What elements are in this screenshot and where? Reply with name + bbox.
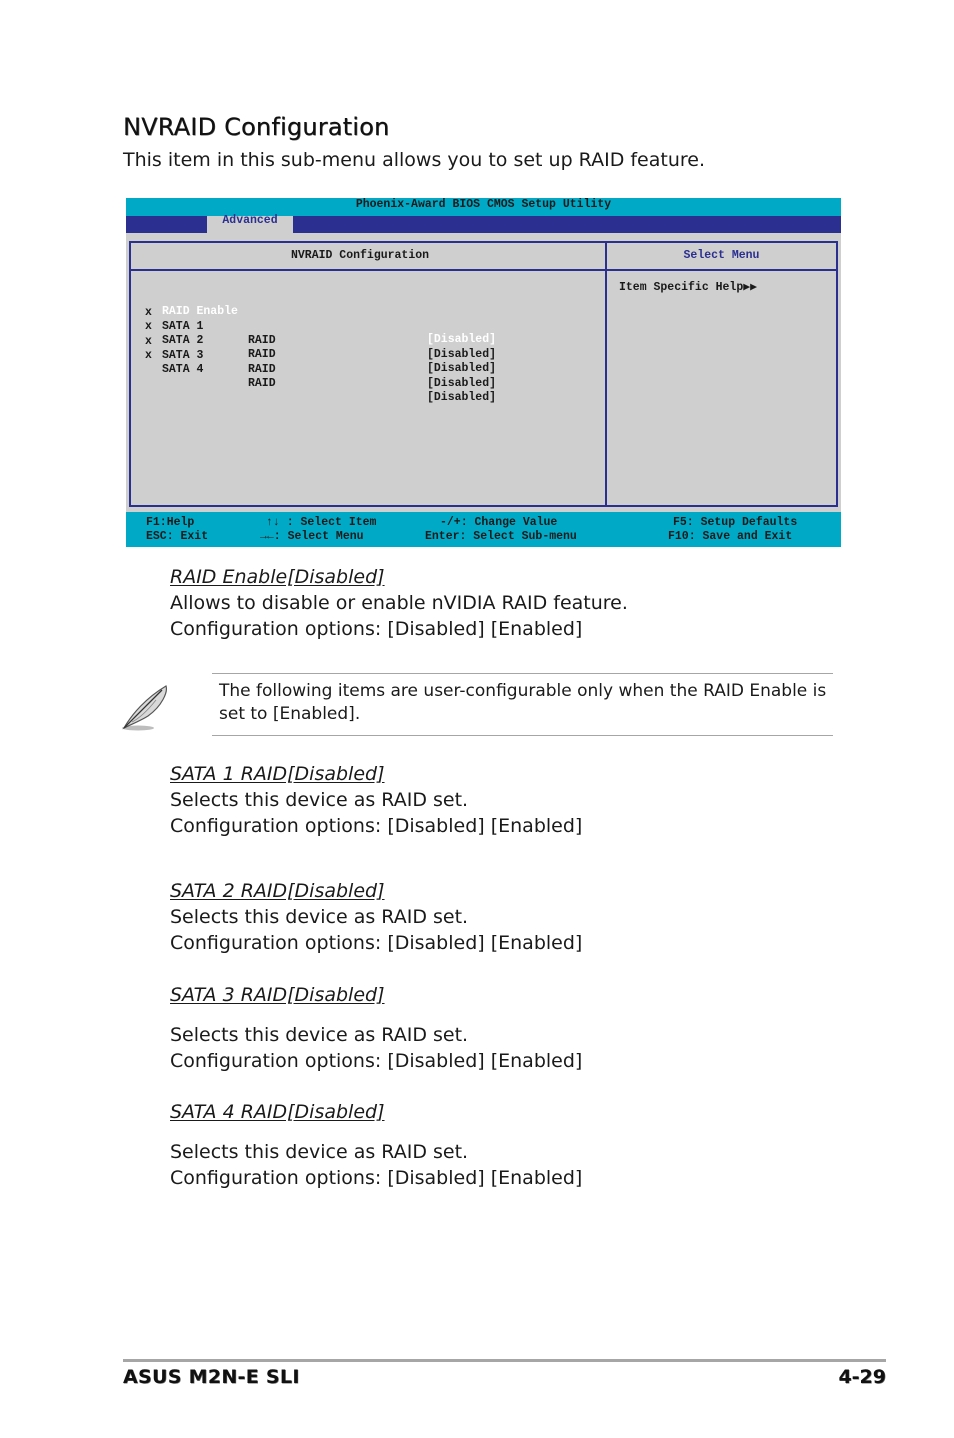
side-panel-title: Select Menu [607, 243, 836, 271]
bios-screen: Phoenix-Award BIOS CMOS Setup Utility Ad… [126, 198, 841, 547]
menu-item-sata2-raid[interactable]: x SATA 2 RAID [Disabled] [145, 306, 595, 375]
item-title-raid-enable: RAID Enable[Disabled] [170, 566, 385, 588]
item-description: Selects this device as RAID set. [170, 1141, 469, 1163]
item-suffix: RAID [248, 362, 276, 376]
key-esc-exit: ESC: Exit [146, 530, 209, 543]
menu-item-sata3-raid[interactable]: x SATA 3 RAID [Disabled] [145, 321, 595, 390]
key-change-value: -/+: Change Value [440, 516, 558, 529]
item-label: SATA 4 [162, 363, 204, 376]
item-value[interactable]: [Disabled] [427, 377, 496, 391]
item-value[interactable]: [Disabled] [427, 362, 496, 376]
key-f1-help: F1:Help [146, 516, 195, 529]
footer-rule [123, 1359, 886, 1362]
item-description: Selects this device as RAID set. [170, 906, 469, 928]
bios-key-legend: F1:Help ESC: Exit ↑↓ : Select Item →←: S… [126, 512, 841, 547]
item-title-sata3-raid: SATA 3 RAID[Disabled] [170, 984, 385, 1006]
menu-item-sata4-raid[interactable]: x SATA 4 RAID [Disabled] [145, 335, 595, 404]
key-enter-submenu: Enter: Select Sub-menu [425, 530, 577, 543]
key-select-menu: →←: Select Menu [260, 530, 364, 543]
bios-main-panel: NVRAID Configuration RAID Enable [Disabl… [129, 241, 606, 507]
item-options: Configuration options: [Disabled] [Enabl… [170, 932, 583, 954]
menu-item-sata1-raid[interactable]: x SATA 1 RAID [Disabled] [145, 292, 595, 361]
item-description: Selects this device as RAID set. [170, 789, 469, 811]
item-title-sata2-raid: SATA 2 RAID[Disabled] [170, 880, 385, 902]
item-value[interactable]: [Disabled] [427, 348, 496, 362]
key-select-item: ↑↓ : Select Item [266, 516, 377, 529]
key-f10-save-exit: F10: Save and Exit [668, 530, 793, 543]
item-options: Configuration options: [Disabled] [Enabl… [170, 815, 583, 837]
disabled-mark: x [145, 349, 152, 362]
item-title-sata4-raid: SATA 4 RAID[Disabled] [170, 1101, 385, 1123]
main-panel-title: NVRAID Configuration [131, 243, 605, 271]
bios-menu-bar: Advanced [126, 215, 841, 233]
item-options: Configuration options: [Disabled] [Enabl… [170, 1167, 583, 1189]
item-suffix: RAID [248, 348, 276, 361]
page-number: 4-29 [838, 1366, 886, 1388]
item-options: Configuration options: [Disabled] [Enabl… [170, 1050, 583, 1072]
section-intro: This item in this sub-menu allows you to… [123, 149, 706, 171]
bios-menu-items: RAID Enable [Disabled] x SATA 1 RAID [Di… [145, 277, 595, 404]
product-name: ASUS M2N-E SLI [123, 1366, 300, 1388]
section-title: NVRAID Configuration [123, 113, 390, 141]
key-f5-defaults: F5: Setup Defaults [673, 516, 798, 529]
note-bottom-rule [212, 735, 833, 736]
bios-help-panel: Select Menu Item Specific Help▶▶ [606, 241, 838, 507]
feather-pen-icon [118, 684, 170, 732]
item-options: Configuration options: [Disabled] [Enabl… [170, 618, 583, 640]
note-top-rule [212, 673, 833, 674]
item-value[interactable]: [Disabled] [427, 391, 496, 405]
item-title-sata1-raid: SATA 1 RAID[Disabled] [170, 763, 385, 785]
tab-advanced[interactable]: Advanced [207, 215, 293, 233]
menu-item-raid-enable[interactable]: RAID Enable [Disabled] [145, 277, 595, 346]
item-specific-help: Item Specific Help▶▶ [619, 281, 758, 294]
note-text: The following items are user-configurabl… [219, 681, 827, 724]
item-description: Allows to disable or enable nVIDIA RAID … [170, 592, 628, 614]
item-suffix: RAID [248, 377, 276, 390]
item-description: Selects this device as RAID set. [170, 1024, 469, 1046]
